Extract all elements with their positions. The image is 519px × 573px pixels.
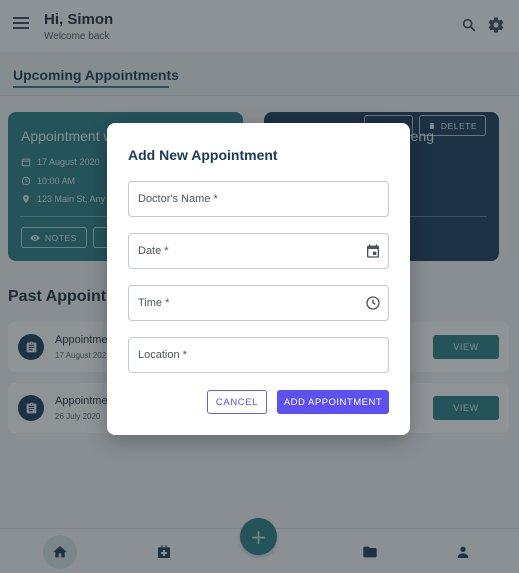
date-label: Date * [138,245,169,257]
dialog-title: Add New Appointment [128,147,278,163]
doctor-name-label: Doctor's Name * [138,193,218,205]
add-appointment-button[interactable]: ADD APPOINTMENT [277,390,389,414]
location-label: Location * [138,349,187,361]
calendar-icon[interactable] [365,243,381,259]
location-field[interactable]: Location * [128,337,389,373]
doctor-name-field[interactable]: Doctor's Name * [128,181,389,217]
time-label: Time * [138,297,170,309]
clock-icon[interactable] [365,295,381,311]
time-field[interactable]: Time * [128,285,389,321]
add-appointment-dialog: Add New Appointment Doctor's Name * Date… [107,123,410,435]
cancel-button[interactable]: CANCEL [207,390,267,414]
date-field[interactable]: Date * [128,233,389,269]
